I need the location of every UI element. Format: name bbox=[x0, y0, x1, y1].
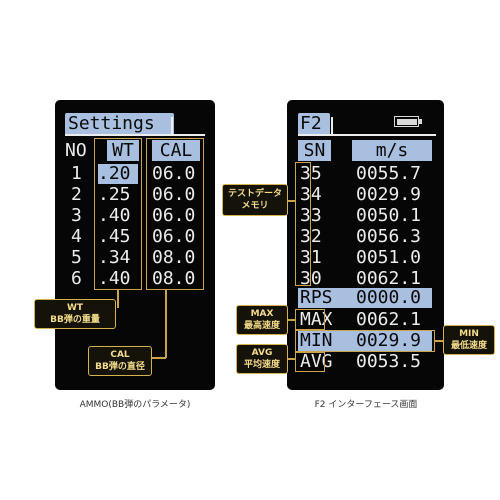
wt-callout-desc: BB弾の重量 bbox=[50, 315, 100, 325]
wt-connector bbox=[117, 290, 119, 308]
shot-speed: 0062.1 bbox=[356, 268, 422, 289]
memory-guide bbox=[295, 162, 311, 286]
min-callout-title: MIN bbox=[459, 329, 479, 339]
max-callout-desc: 最高速度 bbox=[243, 321, 280, 331]
f2-caption: F2 インターフェース画面 bbox=[314, 400, 418, 410]
ammo-row: 5 bbox=[71, 247, 82, 268]
cal-callout: CAL BB弾の直径 bbox=[88, 346, 152, 376]
stat-value-max: 0062.1 bbox=[356, 309, 422, 330]
ammo-row: 3 bbox=[71, 205, 82, 226]
memory-connector bbox=[287, 200, 296, 202]
memory-callout-title: テストデータ bbox=[227, 189, 282, 199]
stat-label-rps: RPS bbox=[300, 287, 333, 308]
stat-value-rps: 0000.0 bbox=[356, 287, 422, 308]
avg-callout-title: AVG bbox=[251, 348, 273, 358]
shot-speed: 0050.1 bbox=[356, 205, 422, 226]
ammo-caption: AMMO(BB弾のパラメータ) bbox=[79, 400, 191, 410]
cal-connector-v bbox=[165, 290, 167, 358]
shot-speed: 0056.3 bbox=[356, 226, 422, 247]
f2-tab-edge bbox=[331, 117, 333, 134]
min-callout-desc: 最低速度 bbox=[450, 341, 487, 351]
ammo-row: 1 bbox=[71, 163, 82, 184]
battery-fill bbox=[396, 118, 417, 125]
avg-guide bbox=[295, 352, 325, 372]
battery-tip bbox=[419, 119, 422, 124]
wt-callout: WT BB弾の重量 bbox=[34, 299, 116, 329]
header-underline bbox=[65, 134, 205, 136]
wt-callout-title: WT bbox=[66, 303, 84, 313]
stat-value-avg: 0053.5 bbox=[356, 351, 422, 372]
col-header-sn: SN bbox=[298, 140, 331, 161]
cal-connector-h bbox=[150, 357, 166, 359]
max-callout-title: MAX bbox=[250, 309, 274, 319]
shot-speed: 0055.7 bbox=[356, 163, 422, 184]
memory-callout-desc: メモリ bbox=[241, 201, 269, 211]
avg-callout: AVG 平均速度 bbox=[236, 344, 288, 374]
col-header-no: NO bbox=[65, 140, 87, 161]
f2-header: F2 bbox=[298, 113, 330, 134]
memory-callout: テストデータ メモリ bbox=[222, 184, 288, 216]
avg-callout-desc: 平均速度 bbox=[243, 360, 280, 370]
battery-icon bbox=[394, 116, 419, 127]
max-callout: MAX 最高速度 bbox=[236, 305, 288, 335]
wt-column-guide bbox=[94, 138, 142, 290]
cal-callout-desc: BB弾の直径 bbox=[95, 362, 145, 372]
f2-header-underline bbox=[298, 134, 436, 136]
ammo-row: 4 bbox=[71, 226, 82, 247]
cal-callout-title: CAL bbox=[110, 350, 130, 360]
ammo-row: 6 bbox=[71, 268, 82, 289]
shot-speed: 0029.9 bbox=[356, 184, 422, 205]
shot-speed: 0051.0 bbox=[356, 247, 422, 268]
ammo-row: 2 bbox=[71, 184, 82, 205]
col-header-speed: m/s bbox=[352, 140, 432, 161]
header-tab-edge bbox=[171, 117, 173, 134]
min-callout: MIN 最低速度 bbox=[443, 325, 495, 355]
settings-header: Settings bbox=[65, 113, 174, 134]
cal-column-guide bbox=[146, 138, 204, 290]
max-guide bbox=[295, 309, 325, 330]
min-guide bbox=[295, 330, 435, 352]
